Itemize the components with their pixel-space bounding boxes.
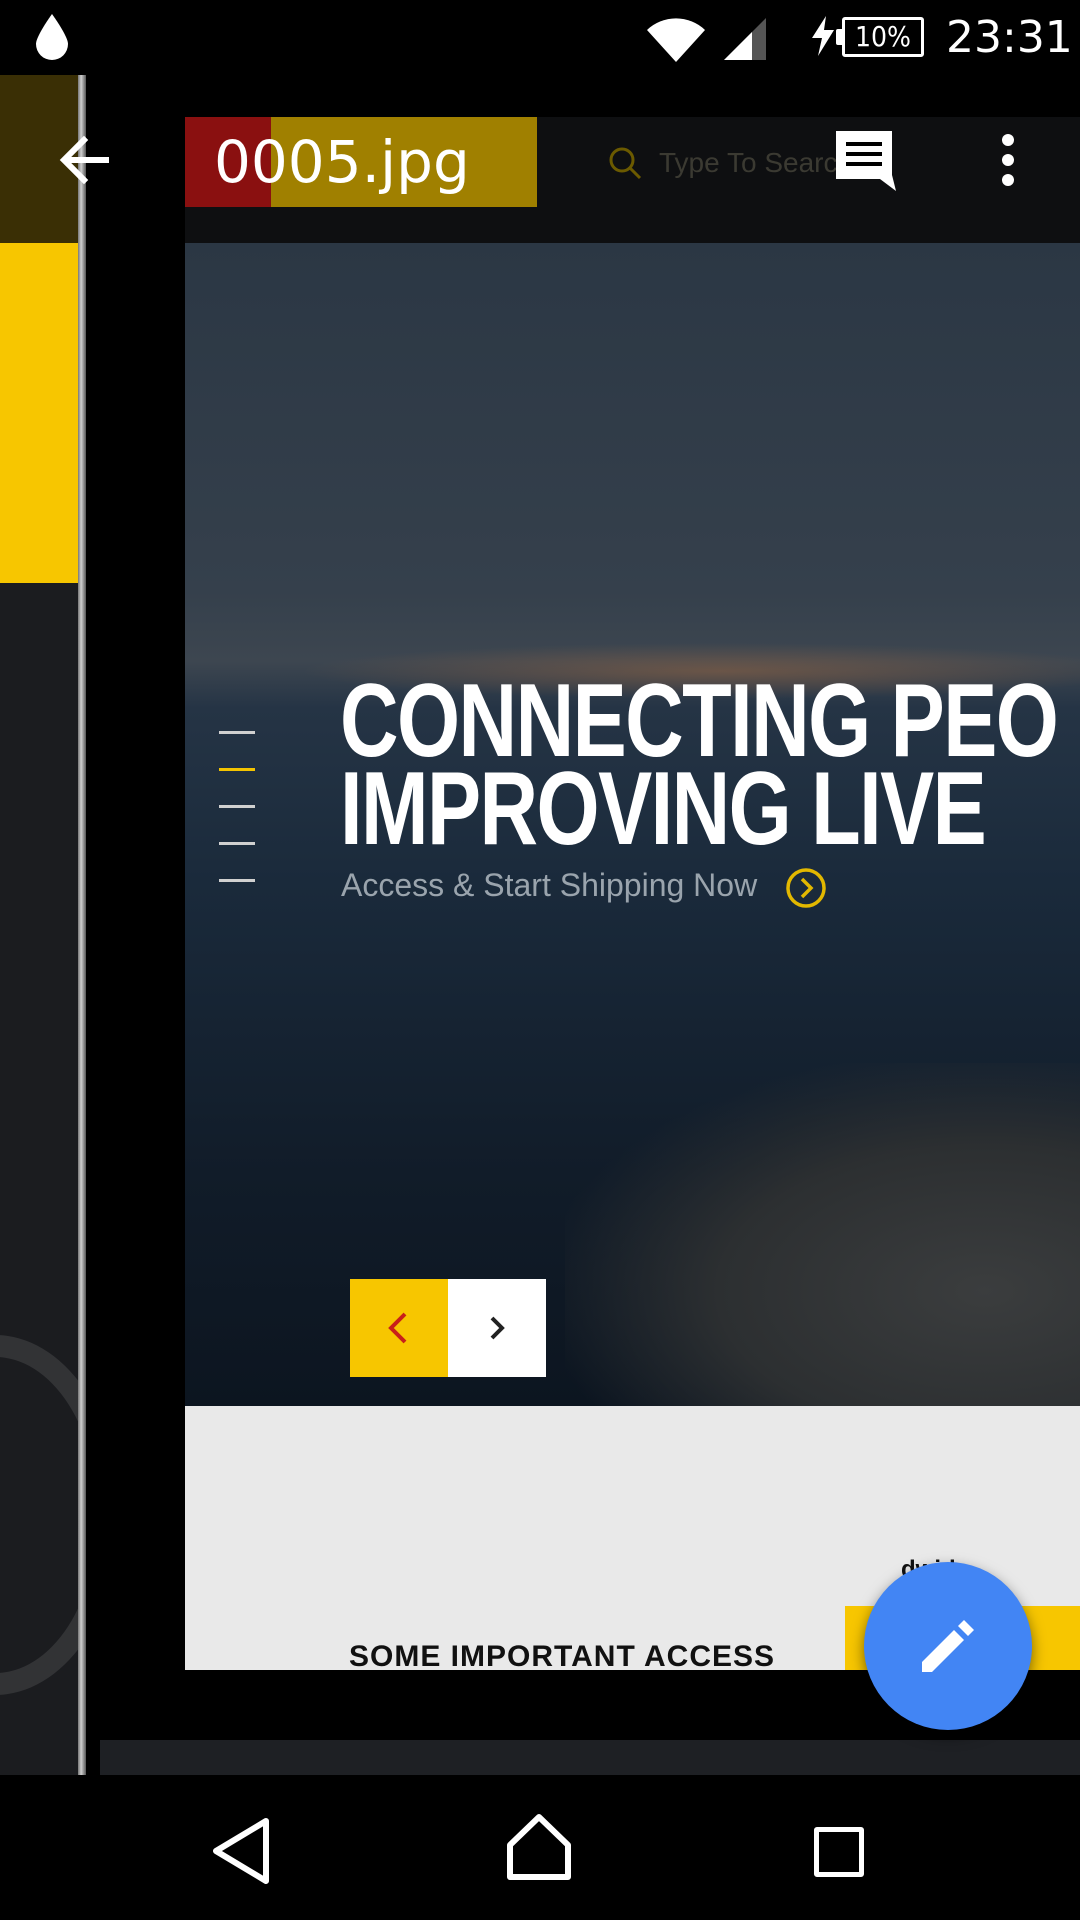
nav-recents-icon[interactable] — [814, 1827, 864, 1877]
nav-back-icon[interactable] — [210, 1815, 272, 1887]
chevron-left-icon — [388, 1312, 407, 1344]
slide-indicator — [219, 805, 255, 808]
edit-pencil-icon — [922, 1620, 974, 1672]
slide-next-button — [448, 1279, 546, 1377]
previous-image-preview[interactable] — [0, 75, 78, 1775]
battery-percent: 10% — [855, 20, 911, 53]
prev-image-swoosh — [0, 1335, 78, 1695]
slide-indicator — [219, 842, 255, 845]
edit-fab-button[interactable] — [864, 1562, 1032, 1730]
next-image-preview-strip — [100, 1740, 1080, 1775]
system-nav-bar — [0, 1775, 1080, 1920]
slide-indicator — [219, 879, 255, 882]
current-image[interactable]: Type To Search CONNECTING PEO IMPROVING … — [185, 117, 1080, 1670]
battery-icon: 10% — [836, 17, 924, 57]
important-access-heading: SOME IMPORTANT ACCESS — [349, 1640, 776, 1670]
slide-indicator — [219, 731, 255, 734]
hero-headline-line2: IMPROVING LIVE — [340, 751, 987, 867]
nav-home-icon[interactable] — [504, 1811, 574, 1883]
slide-indicator-active — [219, 768, 255, 771]
chevron-right-icon — [490, 1316, 505, 1340]
clock: 23:31 — [946, 12, 1073, 63]
arrow-back-icon[interactable] — [54, 130, 114, 190]
chevron-circle-right-icon — [786, 868, 826, 908]
image-title: 0005.jpg — [214, 128, 470, 196]
comment-icon[interactable] — [832, 127, 896, 191]
viewer-toolbar: 0005.jpg — [0, 75, 1080, 245]
image-edge-divider — [78, 75, 86, 1775]
website-hero-banner: CONNECTING PEO IMPROVING LIVE Access & S… — [185, 243, 1080, 1443]
wifi-icon — [647, 18, 705, 62]
slide-prev-button — [350, 1279, 448, 1377]
hero-cta-text: Access & Start Shipping Now — [341, 867, 758, 903]
more-vert-icon[interactable] — [990, 130, 1026, 190]
slide-indicators — [219, 731, 255, 916]
image-viewer[interactable]: Type To Search CONNECTING PEO IMPROVING … — [0, 75, 1080, 1775]
hero-headline: CONNECTING PEO IMPROVING LIVE — [340, 669, 1059, 867]
status-bar: 10% 23:31 — [0, 0, 1080, 75]
drop-icon — [36, 14, 68, 60]
prev-image-yellow-block — [0, 243, 78, 583]
hero-rocks — [565, 1063, 1080, 1443]
charging-bolt-icon — [812, 16, 834, 56]
cell-signal-icon — [724, 18, 766, 60]
